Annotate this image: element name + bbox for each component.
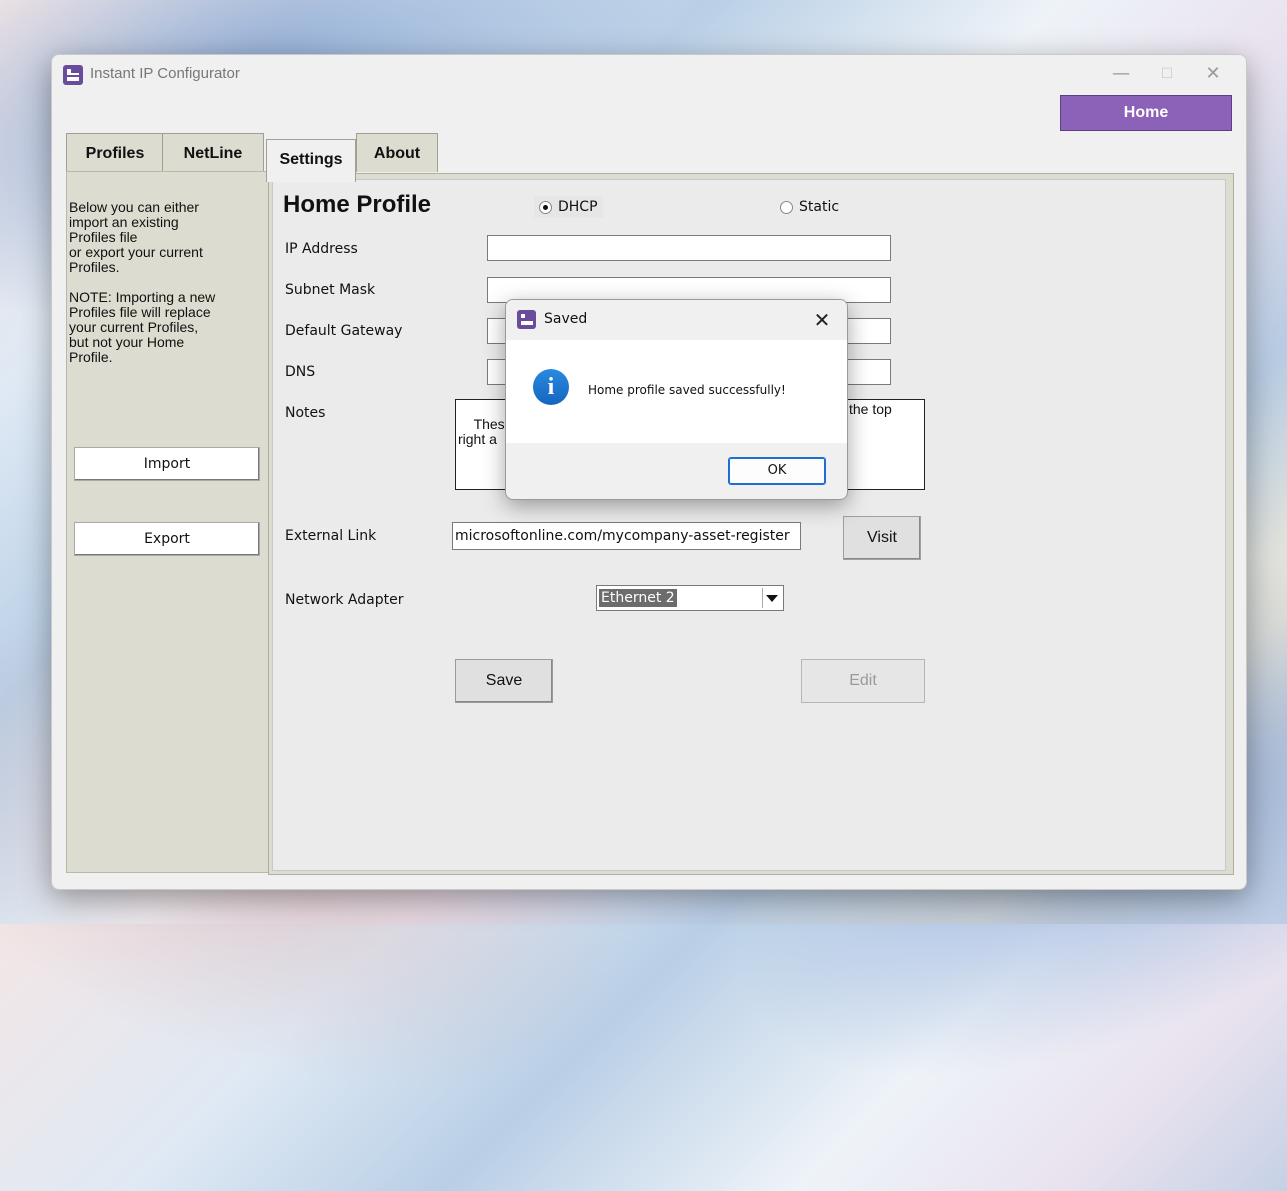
close-button[interactable]: ✕	[1190, 59, 1236, 89]
maximize-button[interactable]: ☐	[1144, 59, 1190, 89]
notes-label: Notes	[285, 405, 326, 421]
dhcp-radio[interactable]: DHCP	[534, 196, 603, 218]
static-label: Static	[799, 199, 840, 215]
notes-text-line2: right a	[458, 431, 497, 447]
save-button[interactable]: Save	[455, 659, 553, 703]
title-bar: Instant IP Configurator — ☐ ✕	[52, 55, 1246, 93]
ip-address-label: IP Address	[285, 241, 358, 257]
radio-selected-icon	[539, 200, 552, 214]
static-radio[interactable]: Static	[775, 196, 844, 218]
tab-settings[interactable]: Settings	[266, 139, 356, 182]
page-title: Home Profile	[283, 191, 432, 218]
edit-button: Edit	[801, 659, 925, 703]
sidebar-description: Below you can either import an existing …	[69, 199, 216, 365]
ok-button[interactable]: OK	[728, 457, 826, 485]
dialog-message: Home profile saved successfully!	[588, 383, 786, 397]
tab-profiles[interactable]: Profiles	[66, 133, 164, 172]
dialog-title-bar: Saved ✕	[506, 300, 847, 340]
network-adapter-label: Network Adapter	[285, 592, 404, 608]
import-button[interactable]: Import	[74, 447, 260, 481]
app-network-icon	[517, 310, 536, 329]
home-button[interactable]: Home	[1060, 95, 1232, 131]
dhcp-label: DHCP	[558, 199, 598, 215]
radio-unselected-icon	[780, 200, 793, 214]
external-link-input[interactable]: microsoftonline.com/mycompany-asset-regi…	[452, 522, 801, 550]
dialog-title: Saved	[544, 311, 588, 327]
notes-text-line1-end: the top	[849, 401, 892, 417]
dialog-close-button[interactable]: ✕	[807, 305, 837, 335]
export-button[interactable]: Export	[74, 522, 260, 556]
app-window: Instant IP Configurator — ☐ ✕ Home Profi…	[51, 54, 1247, 890]
network-adapter-select[interactable]: Ethernet 2	[596, 585, 784, 611]
dns-label: DNS	[285, 364, 316, 380]
minimize-button[interactable]: —	[1098, 59, 1144, 89]
network-adapter-value: Ethernet 2	[599, 589, 677, 607]
saved-dialog: Saved ✕ i Home profile saved successfull…	[505, 299, 848, 500]
default-gateway-label: Default Gateway	[285, 323, 403, 339]
info-icon: i	[533, 369, 569, 405]
external-link-label: External Link	[285, 528, 377, 544]
tab-netline[interactable]: NetLine	[162, 133, 264, 172]
ip-address-input[interactable]	[487, 235, 891, 261]
app-network-icon	[63, 65, 83, 85]
dialog-body: i Home profile saved successfully!	[506, 340, 847, 443]
tab-about[interactable]: About	[356, 133, 438, 172]
visit-button[interactable]: Visit	[843, 516, 921, 560]
window-title: Instant IP Configurator	[90, 65, 240, 82]
dropdown-arrow-icon[interactable]	[762, 588, 781, 608]
subnet-mask-label: Subnet Mask	[285, 282, 376, 298]
